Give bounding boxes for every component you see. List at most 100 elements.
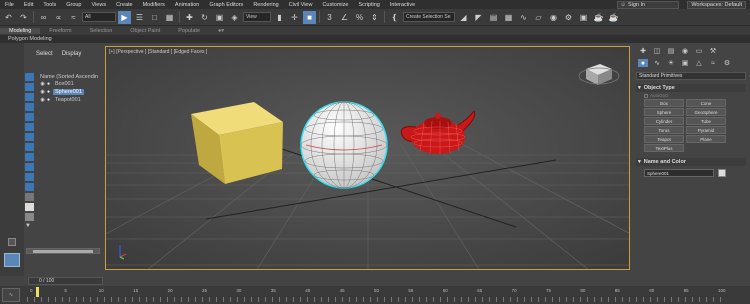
filter-geometry-icon[interactable] xyxy=(25,73,34,81)
modify-tab-icon[interactable]: ◫ xyxy=(652,47,662,55)
menu-scripting[interactable]: Scripting xyxy=(353,2,384,8)
schematic-view-icon[interactable]: ▱ xyxy=(532,11,545,24)
sphere-button[interactable]: Sphere xyxy=(644,108,684,116)
object-color-swatch[interactable] xyxy=(718,169,726,177)
checkbox-box[interactable] xyxy=(644,93,648,98)
ribbon-options-icon[interactable]: ●▾ xyxy=(209,28,233,34)
cone-button[interactable]: Cone xyxy=(686,99,726,107)
undo-icon[interactable]: ↶ xyxy=(2,11,15,24)
horizontal-scrollbar[interactable] xyxy=(26,248,100,254)
filter-spacewarps-icon[interactable] xyxy=(25,123,34,131)
filter-all-icon[interactable] xyxy=(25,193,34,201)
scrollbar-thumb[interactable] xyxy=(33,250,93,253)
menu-customize[interactable]: Customize xyxy=(317,2,353,8)
select-manipulate-toggle-icon[interactable]: ■ xyxy=(303,10,316,24)
sign-in-dropdown[interactable]: ☺ Sign In xyxy=(617,0,680,9)
eye-icon[interactable]: ◉ xyxy=(38,81,47,87)
create-tab-icon[interactable]: ✚ xyxy=(638,47,648,55)
pivot-icon[interactable]: ▮ xyxy=(273,11,286,24)
render-frame-icon[interactable]: ▣ xyxy=(577,11,590,24)
window-crossing-icon[interactable]: ▦ xyxy=(163,11,176,24)
lights-icon[interactable]: ☀ xyxy=(666,59,676,67)
menu-interactive[interactable]: Interactive xyxy=(385,2,420,8)
list-item-selected[interactable]: ◉ ● Sphere001 xyxy=(38,88,104,96)
menu-modifiers[interactable]: Modifiers xyxy=(138,2,170,8)
menu-edit[interactable]: Edit xyxy=(19,2,38,8)
render-icon[interactable]: ☕ xyxy=(592,11,605,24)
material-editor-icon[interactable]: ◉ xyxy=(547,11,560,24)
object-name-field[interactable]: Sphere001 xyxy=(644,169,714,177)
sphere-object[interactable] xyxy=(300,101,388,189)
render-setup-icon[interactable]: ⚙ xyxy=(562,11,575,24)
workspace-dropdown[interactable]: Workspaces: Default xyxy=(687,0,746,9)
name-and-color-rollout[interactable]: ▾ Name and Color xyxy=(636,158,746,166)
utilities-tab-icon[interactable]: ⚒ xyxy=(708,47,718,55)
object-type-rollout[interactable]: ▾ Object Type xyxy=(636,84,746,92)
menu-rendering[interactable]: Rendering xyxy=(248,2,283,8)
unlink-icon[interactable]: ∝ xyxy=(52,11,65,24)
select-icon[interactable]: ▶ xyxy=(118,10,131,24)
tab-populate[interactable]: Populate xyxy=(169,28,209,34)
menu-create[interactable]: Create xyxy=(111,2,138,8)
autogrid-checkbox[interactable]: AutoGrid xyxy=(644,93,750,98)
filter-containers-icon[interactable] xyxy=(25,163,34,171)
ribbon-subpanel[interactable]: Polygon Modeling xyxy=(0,35,750,43)
link-icon[interactable]: ∞ xyxy=(37,11,50,24)
filter-invert-icon[interactable] xyxy=(25,213,34,221)
move-constraint-icon[interactable]: ✛ xyxy=(288,11,301,24)
textplus-button[interactable]: TextPlus xyxy=(644,144,684,152)
track-bar[interactable]: ∿ 0 5 10 15 20 25 30 35 40 45 50 55 60 65 70 75 80 85 90 95… xyxy=(0,286,750,304)
redo-icon[interactable]: ↷ xyxy=(17,11,30,24)
tab-freeform[interactable]: Freeform xyxy=(40,28,80,34)
tab-selection[interactable]: Selection xyxy=(81,28,122,34)
scene-list-header[interactable]: Name (Sorted Ascendin xyxy=(40,74,104,80)
spacewarps-icon[interactable]: ≈ xyxy=(708,59,718,67)
display-tab-icon[interactable]: ▭ xyxy=(694,47,704,55)
hierarchy-tab-icon[interactable]: ▤ xyxy=(666,47,676,55)
helpers-icon[interactable]: △ xyxy=(694,59,704,67)
viewport-canvas[interactable] xyxy=(106,47,630,270)
viewport-label-menu[interactable]: [+] [Perspective ] [Standard ] [Edged Fa… xyxy=(109,49,207,55)
perspective-viewport[interactable]: [+] [Perspective ] [Standard ] [Edged Fa… xyxy=(105,46,630,270)
curve-editor-icon[interactable]: ∿ xyxy=(517,11,530,24)
snap-icon[interactable]: 3 xyxy=(323,11,336,24)
mirror-icon[interactable]: ◢ xyxy=(457,11,470,24)
named-selection-set-dropdown[interactable]: Create Selection Se xyxy=(403,12,455,22)
angle-snap-icon[interactable]: ∠ xyxy=(338,11,351,24)
graphite-ribbon-icon[interactable]: ▦ xyxy=(502,11,515,24)
render-production-icon[interactable]: ☕ xyxy=(607,11,620,24)
tab-modeling[interactable]: Modeling xyxy=(0,27,41,34)
filter-xrefs-icon[interactable] xyxy=(25,143,34,151)
menu-graph-editors[interactable]: Graph Editors xyxy=(204,2,248,8)
list-item[interactable]: ◉ ● Teapot001 xyxy=(38,96,104,104)
teapot-button[interactable]: Teapot xyxy=(644,135,684,143)
geometry-icon[interactable]: ● xyxy=(638,59,648,67)
menu-animation[interactable]: Animation xyxy=(170,2,204,8)
cameras-icon[interactable]: ▣ xyxy=(680,59,690,67)
plane-button[interactable]: Plane xyxy=(686,135,726,143)
time-slider-thumb[interactable]: 0 / 100 xyxy=(28,277,103,285)
reference-coordinate-dropdown[interactable]: View xyxy=(243,12,271,22)
motion-tab-icon[interactable]: ◉ xyxy=(680,47,690,55)
filter-lights-icon[interactable] xyxy=(25,93,34,101)
edit-named-selection-icon[interactable]: ❴ xyxy=(388,11,401,24)
select-by-name-icon[interactable]: ☰ xyxy=(133,11,146,24)
scale-icon[interactable]: ▣ xyxy=(213,11,226,24)
bind-icon[interactable]: ≈ xyxy=(67,11,80,24)
geosphere-button[interactable]: GeoSphere xyxy=(686,108,726,116)
tube-button[interactable]: Tube xyxy=(686,117,726,125)
layer-icon[interactable]: ▤ xyxy=(487,11,500,24)
tab-object-paint[interactable]: Object Paint xyxy=(121,28,169,34)
filter-cameras-icon[interactable] xyxy=(25,103,34,111)
torus-button[interactable]: Torus xyxy=(644,126,684,134)
rotate-icon[interactable]: ↻ xyxy=(198,11,211,24)
viewport-layout-icon[interactable] xyxy=(8,238,16,246)
filter-bones-icon[interactable] xyxy=(25,153,34,161)
funnel-icon[interactable]: ▼ xyxy=(25,223,34,231)
primitive-type-dropdown[interactable]: Standard Primitives xyxy=(636,72,746,80)
filter-groups-icon[interactable] xyxy=(25,133,34,141)
eye-icon[interactable]: ◉ xyxy=(38,97,47,103)
list-item[interactable]: ◉ ● Box001 xyxy=(38,80,104,88)
systems-icon[interactable]: ⚙ xyxy=(722,59,732,67)
viewport-layout-tab-icon[interactable] xyxy=(4,253,20,267)
